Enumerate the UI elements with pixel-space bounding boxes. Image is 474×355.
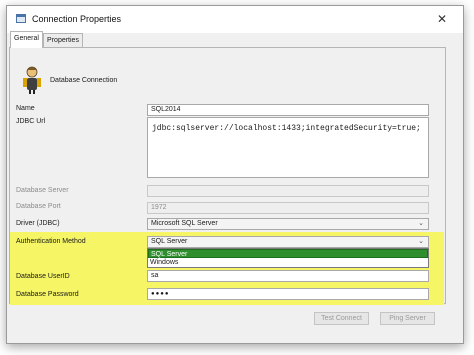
test-connect-button[interactable]: Test Connect: [314, 312, 369, 325]
title-bar: Connection Properties ✕: [7, 6, 463, 33]
auth-method-selected-value: SQL Server: [151, 238, 188, 245]
auth-method-select[interactable]: SQL Server ⌄: [147, 236, 429, 248]
database-server-label: Database Server: [16, 187, 69, 194]
name-label: Name: [16, 105, 35, 112]
tab-general[interactable]: General: [10, 31, 43, 48]
tab-properties[interactable]: Properties: [43, 33, 83, 47]
jdbc-url-field[interactable]: jdbc:sqlserver://localhost:1433;integrat…: [147, 117, 429, 178]
user-id-label: Database UserID: [16, 273, 70, 280]
close-icon[interactable]: ✕: [435, 12, 449, 26]
person-database-icon: [23, 66, 41, 94]
password-label: Database Password: [16, 291, 79, 298]
dropdown-option-windows[interactable]: Windows: [148, 258, 428, 267]
driver-selected-value: Microsoft SQL Server: [151, 220, 218, 227]
connection-type-label: Database Connection: [50, 77, 118, 84]
window-title: Connection Properties: [32, 14, 122, 24]
chevron-down-icon: ⌄: [418, 220, 424, 227]
window-app-icon: [16, 14, 26, 23]
database-port-field: 1972: [147, 202, 429, 214]
driver-select[interactable]: Microsoft SQL Server ⌄: [147, 218, 429, 230]
jdbc-url-label: JDBC Url: [16, 118, 46, 125]
dropdown-option-sql-server[interactable]: SQL Server: [148, 249, 428, 258]
database-server-field: [147, 185, 429, 197]
chevron-down-icon: ⌄: [418, 238, 424, 245]
ping-server-button[interactable]: Ping Server: [380, 312, 435, 325]
auth-method-label: Authentication Method: [16, 238, 86, 245]
auth-method-dropdown: SQL Server Windows: [147, 248, 429, 268]
driver-label: Driver (JDBC): [16, 220, 60, 227]
user-id-field[interactable]: sa: [147, 270, 429, 282]
password-field[interactable]: ●●●●: [147, 288, 429, 300]
database-port-label: Database Port: [16, 203, 61, 210]
name-field[interactable]: SQL2014: [147, 104, 429, 116]
